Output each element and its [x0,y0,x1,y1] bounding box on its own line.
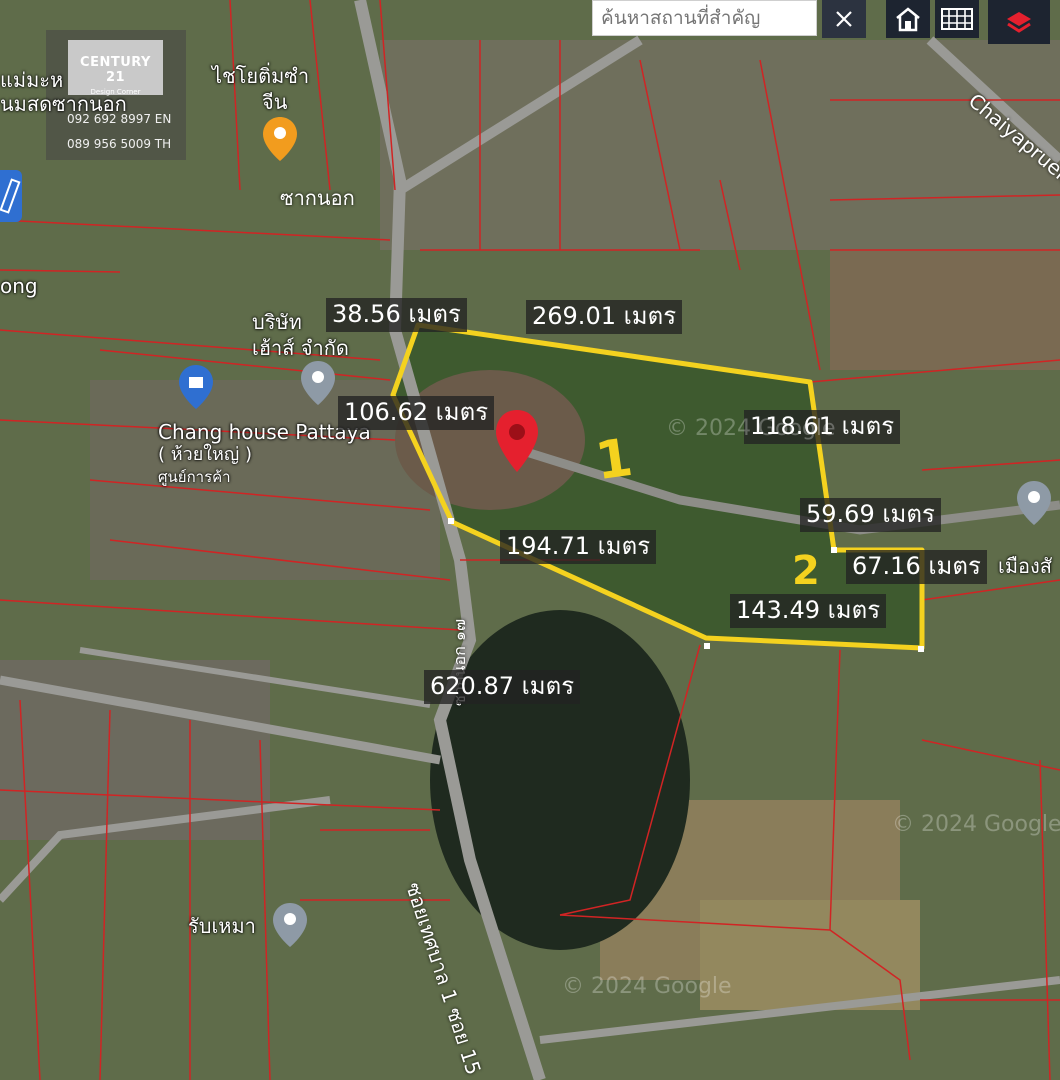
measure-label-8: 143.49 เมตร [730,594,887,628]
home-button[interactable] [886,0,930,38]
phone-th: 089 956 5009 TH [67,137,172,151]
layers-icon [1007,12,1031,33]
ruler-tool-button[interactable] [0,170,22,222]
measure-label-9: 620.87 เมตร [424,670,581,704]
century21-logo: CENTURY 21 Design Corner [68,40,163,96]
restaurant-marker-icon[interactable] [262,116,298,162]
logo-title: CENTURY 21 [80,55,151,85]
measure-label-7: 194.71 เมตร [500,530,657,564]
grid-icon [941,8,973,30]
place-label-chang-house-3: ศูนย์การค้า [158,468,231,486]
place-label-company-2: เฮ้าส์ จำกัด [252,336,349,360]
measure-label-1: 38.56 เมตร [326,298,467,332]
watermark-3: © 2024 Google [562,974,732,999]
search-input[interactable] [592,0,817,36]
measure-label-3: 106.62 เมตร [338,396,495,430]
field-east [830,250,1060,370]
watermark-2: © 2024 Google [892,812,1060,837]
place-label-company: บริษัท [252,310,302,334]
place-label-top-left: แม่มะห [0,68,64,92]
grid-button[interactable] [935,0,979,38]
place-label-shop: ไชโยติ่มซำ [212,64,310,88]
place-label-top-left-2: นมสดซากนอก [0,92,127,116]
dark-forest [430,610,690,950]
place-label-rubmaha: รับเหมา [188,914,256,938]
home-icon [896,7,920,32]
place-label-chang-house-2: ( ห้วยใหญ่ ) [158,444,252,465]
close-icon [836,11,852,27]
plot-number-2: 2 [792,548,820,594]
road-label-sakhanok: ซากนอก [280,186,355,210]
field-southwest [700,900,920,1010]
measure-label-5: 59.69 เมตร [800,498,941,532]
shopping-marker-icon[interactable] [178,364,214,410]
layers-button[interactable] [988,0,1050,44]
watermark-1: © 2024 Google [666,416,836,441]
ruler-icon [0,178,21,214]
place-label-right-edge: เมืองสั [998,554,1053,578]
place-marker-icon[interactable] [300,360,336,406]
location-pin-icon[interactable] [494,408,540,474]
place-marker-icon-east[interactable] [1016,480,1052,526]
measure-label-2: 269.01 เมตร [526,300,683,334]
place-label-left-edge: ong [0,274,38,298]
clear-search-button[interactable] [822,0,866,38]
place-marker-icon-south[interactable] [272,902,308,948]
measure-label-6: 67.16 เมตร [846,550,987,584]
place-label-shop-2: จีน [262,90,288,114]
